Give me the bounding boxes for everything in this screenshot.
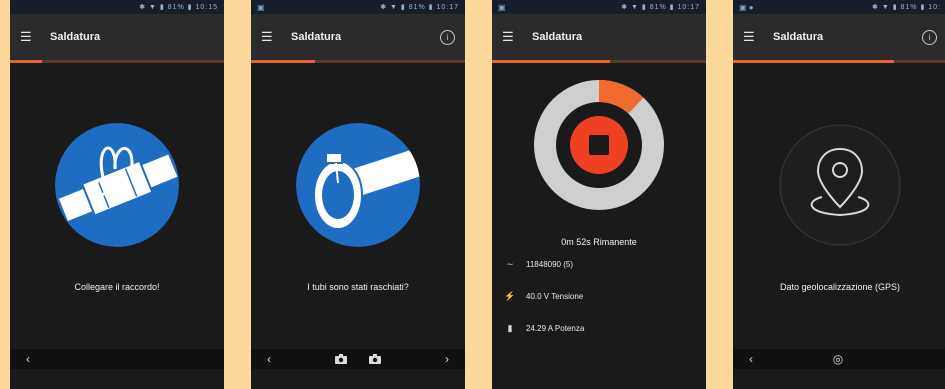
app-bar: ☰ Saldatura i: [733, 14, 945, 60]
stop-icon: [589, 135, 609, 155]
app-title: Saldatura: [50, 31, 101, 43]
weld-progress-ring: [534, 80, 664, 210]
status-left: ▣ ●: [739, 2, 754, 12]
status-left: ▣: [257, 2, 265, 12]
app-title: Saldatura: [291, 31, 342, 43]
voltage-value: 40.0 V Tensione: [526, 292, 584, 301]
status-right: ✱ ▼ ▮ 81% ▮ 10:17: [380, 4, 459, 11]
screen-welding-progress: ▣ ✱ ▼ ▮ 81% ▮ 10:17 ☰ Saldatura 0m 52s R…: [492, 0, 706, 389]
pipe-scraper-icon: [296, 123, 420, 247]
time-remaining: 0m 52s Rimanente: [561, 237, 637, 247]
status-bar: ▣ ✱ ▼ ▮ 81% ▮ 10:17: [492, 0, 706, 14]
back-button[interactable]: ‹: [26, 352, 30, 366]
info-row-current: ▮ 24.29 A Potenza: [504, 323, 585, 334]
weld-icon: ∼: [506, 259, 514, 269]
screen-connect-fitting: ✱ ▼ ▮ 81% ▮ 10:15 ☰ Saldatura Collegare …: [10, 0, 224, 389]
menu-icon[interactable]: ☰: [743, 29, 765, 45]
screen-pipes-scraped: ▣ ✱ ▼ ▮ 81% ▮ 10:17 ☰ Saldatura i I tubi…: [251, 0, 465, 389]
next-button[interactable]: ›: [445, 352, 449, 366]
current-value: 24.29 A Potenza: [526, 324, 585, 333]
ring-progress-arc: [598, 80, 644, 115]
status-bar: ▣ ✱ ▼ ▮ 81% ▮ 10:17: [251, 0, 465, 14]
screen-gps: ▣ ● ✱ ▼ ▮ 81% ▮ 10: ☰ Saldatura i Dato g…: [733, 0, 945, 389]
bottom-nav: ‹: [10, 349, 224, 369]
gps-locate-button[interactable]: ◎: [833, 352, 843, 366]
back-button[interactable]: ‹: [267, 352, 271, 366]
menu-icon[interactable]: ☰: [502, 29, 524, 45]
power-icon: ▮: [507, 323, 513, 333]
info-row-weld: ∼ 11848090 (5): [504, 259, 573, 270]
app-title: Saldatura: [532, 31, 583, 43]
back-button[interactable]: ‹: [749, 352, 753, 366]
pipe-fitting-icon: [55, 123, 179, 247]
camera-icon[interactable]: [335, 354, 347, 364]
status-right: ✱ ▼ ▮ 81% ▮ 10:17: [621, 4, 700, 11]
status-left: ▣: [498, 2, 506, 12]
bottom-nav: ‹ ◎: [733, 349, 945, 369]
step-caption: Dato geolocalizzazione (GPS): [779, 282, 901, 292]
app-title: Saldatura: [773, 31, 824, 43]
status-bar: ✱ ▼ ▮ 81% ▮ 10:15: [10, 0, 224, 14]
step-caption: I tubi sono stati raschiati?: [307, 282, 409, 292]
status-right: ✱ ▼ ▮ 81% ▮ 10:15: [139, 4, 218, 11]
camera-icon[interactable]: [369, 354, 381, 364]
status-bar: ▣ ● ✱ ▼ ▮ 81% ▮ 10:: [733, 0, 945, 14]
step-caption: Collegare il raccordo!: [74, 282, 160, 292]
location-pin-icon: [779, 124, 901, 246]
menu-icon[interactable]: ☰: [20, 29, 42, 45]
status-right: ✱ ▼ ▮ 81% ▮ 10:: [872, 4, 941, 11]
bolt-icon: ⚡: [504, 291, 516, 301]
app-bar: ☰ Saldatura: [10, 14, 224, 60]
app-bar: ☰ Saldatura: [492, 14, 706, 60]
app-bar: ☰ Saldatura i: [251, 14, 465, 60]
menu-icon[interactable]: ☰: [261, 29, 283, 45]
bottom-nav: ‹ ›: [251, 349, 465, 369]
info-icon[interactable]: i: [922, 30, 937, 45]
info-icon[interactable]: i: [440, 30, 455, 45]
weld-code: 11848090 (5): [526, 260, 573, 269]
info-row-voltage: ⚡ 40.0 V Tensione: [504, 291, 583, 302]
